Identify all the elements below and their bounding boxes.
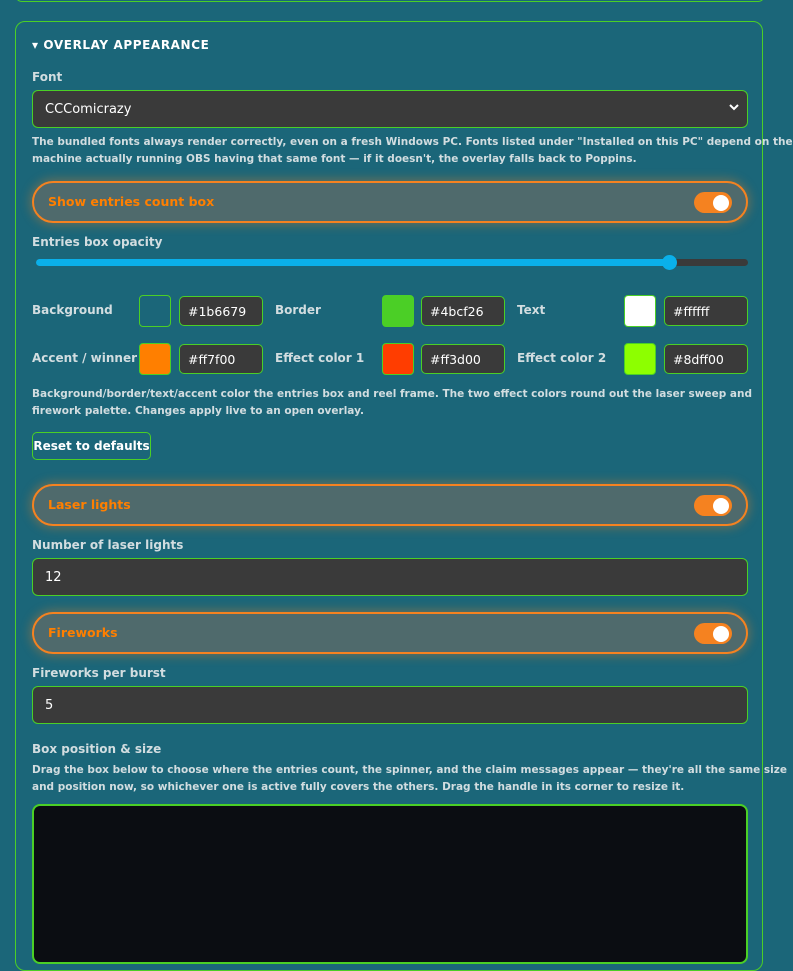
swatch-effect-1[interactable] <box>382 343 414 375</box>
box-position-help: Drag the box below to choose where the e… <box>32 762 787 796</box>
fireworks-toggle-row[interactable]: Fireworks <box>32 612 748 654</box>
color-label-background: Background <box>32 303 113 317</box>
fireworks-switch[interactable] <box>694 623 732 644</box>
switch-knob <box>713 497 729 514</box>
laser-count-value: 12 <box>45 569 62 585</box>
font-help: The bundled fonts always render correctl… <box>32 134 793 168</box>
box-help-line-2: and position now, so whichever one is ac… <box>32 781 685 793</box>
swatch-text[interactable] <box>624 295 656 327</box>
swatch-effect-2[interactable] <box>624 343 656 375</box>
font-select[interactable]: CCComicrazy <box>32 90 748 128</box>
colors-help-line-2: firework palette. Changes apply live to … <box>32 405 364 417</box>
hex-text[interactable]: #ffffff <box>664 296 748 326</box>
opacity-label: Entries box opacity <box>32 235 163 249</box>
swatch-border[interactable] <box>382 295 414 327</box>
entries-box-switch[interactable] <box>694 192 732 213</box>
hex-accent[interactable]: #ff7f00 <box>179 344 263 374</box>
fireworks-count-label: Fireworks per burst <box>32 666 166 680</box>
fireworks-toggle-label: Fireworks <box>48 625 118 640</box>
opacity-slider[interactable] <box>36 255 748 270</box>
laser-lights-toggle-label: Laser lights <box>48 497 131 512</box>
swatch-accent[interactable] <box>139 343 171 375</box>
switch-knob <box>713 625 729 642</box>
chevron-down-icon <box>729 104 739 111</box>
reset-defaults-button[interactable]: Reset to defaults <box>32 432 151 460</box>
laser-lights-toggle-row[interactable]: Laser lights <box>32 484 748 526</box>
fireworks-count-value: 5 <box>45 697 54 713</box>
color-label-border: Border <box>275 303 321 317</box>
hex-background[interactable]: #1b6679 <box>179 296 263 326</box>
previous-panel-edge <box>15 0 765 2</box>
colors-help-line-1: Background/border/text/accent color the … <box>32 388 752 400</box>
box-position-label: Box position & size <box>32 742 162 756</box>
color-label-text: Text <box>517 303 546 317</box>
opacity-slider-fill <box>36 259 670 266</box>
box-help-line-1: Drag the box below to choose where the e… <box>32 764 787 776</box>
font-label: Font <box>32 70 63 84</box>
laser-count-input[interactable]: 12 <box>32 558 748 596</box>
colors-help: Background/border/text/accent color the … <box>32 386 752 420</box>
switch-knob <box>713 194 729 211</box>
hex-border[interactable]: #4bcf26 <box>421 296 505 326</box>
entries-box-toggle-label: Show entries count box <box>48 194 215 209</box>
hex-effect-2[interactable]: #8dff00 <box>664 344 748 374</box>
color-label-effect-2: Effect color 2 <box>517 351 607 365</box>
swatch-background[interactable] <box>139 295 171 327</box>
font-help-line-1: The bundled fonts always render correctl… <box>32 136 793 148</box>
color-label-accent: Accent / winner <box>32 351 138 365</box>
entries-box-toggle-row[interactable]: Show entries count box <box>32 181 748 223</box>
laser-lights-switch[interactable] <box>694 495 732 516</box>
fireworks-count-input[interactable]: 5 <box>32 686 748 724</box>
laser-count-label: Number of laser lights <box>32 538 184 552</box>
box-position-preview[interactable] <box>32 804 748 964</box>
font-help-line-2: machine actually running OBS having that… <box>32 153 637 165</box>
section-title[interactable]: ▾ OVERLAY APPEARANCE <box>32 38 209 52</box>
color-label-effect-1: Effect color 1 <box>275 351 365 365</box>
font-select-value: CCComicrazy <box>45 101 132 117</box>
hex-effect-1[interactable]: #ff3d00 <box>421 344 505 374</box>
